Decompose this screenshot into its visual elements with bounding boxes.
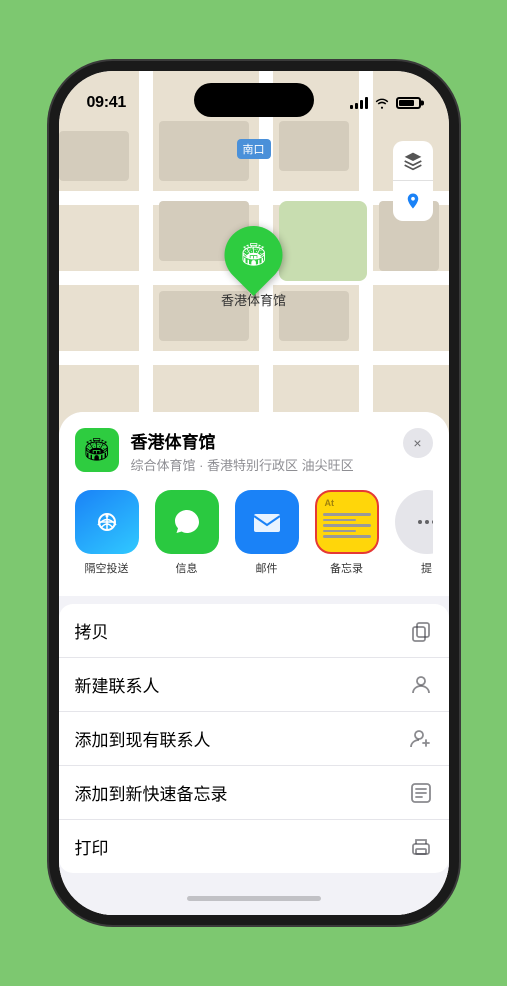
venue-close-button[interactable]: ×	[403, 428, 433, 458]
action-quick-note-label: 添加到新快速备忘录	[75, 780, 228, 805]
action-list: 拷贝 新建联系人 添加到现有联系人	[59, 604, 449, 873]
map-layers-button[interactable]	[393, 141, 433, 181]
person-icon	[409, 673, 433, 697]
venue-subtitle: 综合体育馆 · 香港特别行政区 油尖旺区	[131, 455, 391, 474]
battery-icon	[396, 97, 421, 109]
phone-frame: 09:41 南口	[59, 71, 449, 915]
share-item-airdrop[interactable]: 隔空投送	[75, 490, 139, 576]
action-new-contact[interactable]: 新建联系人	[59, 658, 449, 712]
venue-card: 🏟 香港体育馆 综合体育馆 · 香港特别行政区 油尖旺区 ×	[59, 412, 449, 596]
signal-bars-icon	[350, 97, 368, 109]
more-label: 提	[421, 560, 432, 576]
action-new-contact-label: 新建联系人	[75, 672, 160, 697]
mail-icon	[235, 490, 299, 554]
map-controls	[393, 141, 433, 221]
action-quick-note[interactable]: 添加到新快速备忘录	[59, 766, 449, 820]
dynamic-island	[194, 83, 314, 117]
map-pin-emoji: 🏟	[240, 242, 268, 268]
action-copy-label: 拷贝	[75, 618, 109, 643]
share-row: 隔空投送 信息	[75, 490, 433, 580]
venue-icon: 🏟	[75, 428, 119, 472]
action-print-label: 打印	[75, 834, 109, 859]
status-icons	[350, 97, 421, 109]
action-print[interactable]: 打印	[59, 820, 449, 873]
notes-label: 备忘录	[330, 560, 363, 576]
airdrop-icon	[75, 490, 139, 554]
airdrop-label: 隔空投送	[85, 560, 129, 576]
wifi-icon	[374, 97, 390, 109]
share-item-messages[interactable]: 信息	[155, 490, 219, 576]
share-item-more[interactable]: 提	[395, 490, 433, 576]
venue-info: 香港体育馆 综合体育馆 · 香港特别行政区 油尖旺区	[131, 428, 391, 474]
bottom-sheet: 🏟 香港体育馆 综合体育馆 · 香港特别行政区 油尖旺区 ×	[59, 412, 449, 915]
print-icon	[409, 835, 433, 859]
status-time: 09:41	[87, 94, 126, 112]
share-item-notes[interactable]: At 备忘录	[315, 490, 379, 576]
action-add-contact[interactable]: 添加到现有联系人	[59, 712, 449, 766]
action-add-contact-label: 添加到现有联系人	[75, 726, 211, 751]
notes-icon: At	[315, 490, 379, 554]
share-item-mail[interactable]: 邮件	[235, 490, 299, 576]
copy-icon	[409, 619, 433, 643]
home-bar	[187, 896, 321, 901]
note-icon	[409, 781, 433, 805]
messages-icon	[155, 490, 219, 554]
mail-label: 邮件	[256, 560, 278, 576]
home-indicator	[59, 881, 449, 915]
action-copy[interactable]: 拷贝	[59, 604, 449, 658]
messages-label: 信息	[176, 560, 198, 576]
location-button[interactable]	[393, 181, 433, 221]
map-label: 南口	[237, 139, 271, 159]
venue-header: 🏟 香港体育馆 综合体育馆 · 香港特别行政区 油尖旺区 ×	[75, 428, 433, 474]
person-add-icon	[409, 727, 433, 751]
venue-name: 香港体育馆	[131, 428, 391, 453]
map-pin: 🏟 香港体育馆	[221, 226, 286, 309]
more-icon	[395, 490, 433, 554]
